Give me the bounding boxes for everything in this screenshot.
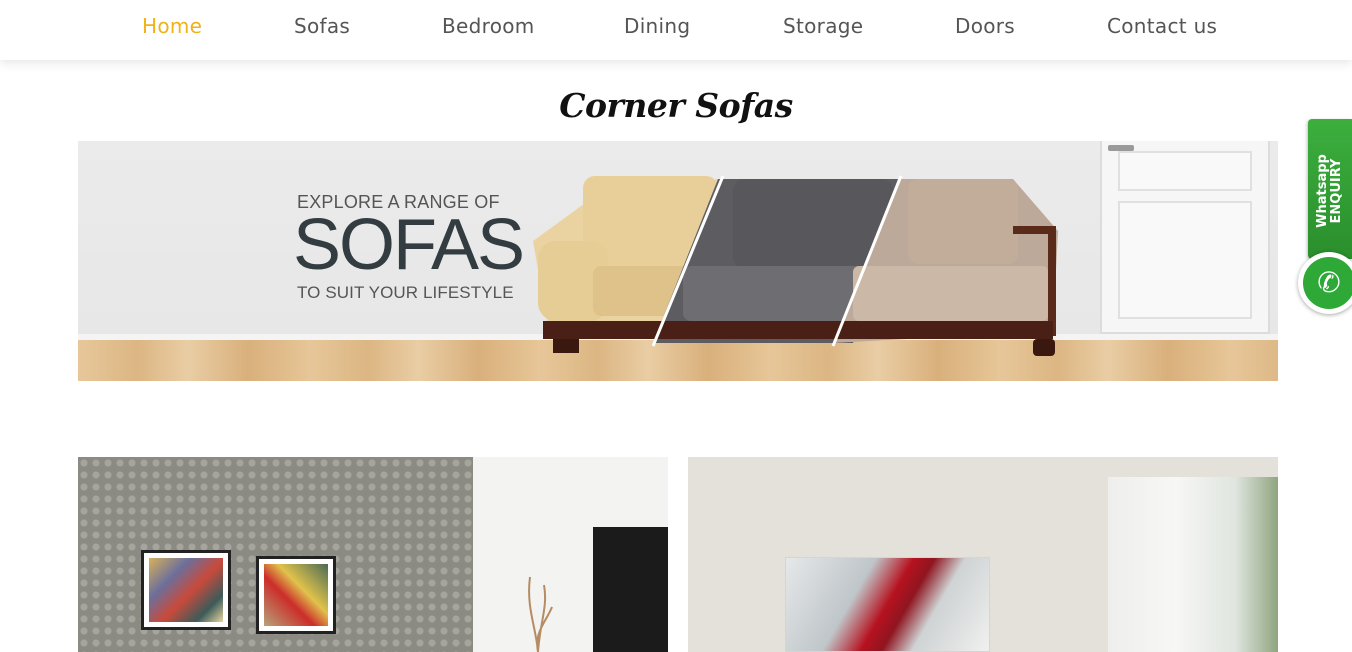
sofa-illustration: [533, 175, 1058, 356]
sofa-banner[interactable]: EXPLORE A RANGE OF SOFAS TO SUIT YOUR LI…: [78, 141, 1278, 381]
product-card-left[interactable]: [78, 457, 668, 652]
abstract-painting: [785, 557, 990, 652]
whatsapp-enquiry-label: Whatsapp ENQUIRY: [1315, 154, 1344, 228]
whatsapp-label-line2: ENQUIRY: [1329, 158, 1344, 224]
wall-art-frame-2: [256, 556, 336, 634]
nav-item-dining[interactable]: Dining: [624, 14, 690, 38]
product-card-right[interactable]: [688, 457, 1278, 652]
nav-item-storage[interactable]: Storage: [783, 14, 863, 38]
nav-item-contact-us[interactable]: Contact us: [1107, 14, 1217, 38]
whatsapp-label-line1: Whatsapp: [1315, 154, 1330, 228]
nav-item-doors[interactable]: Doors: [955, 14, 1015, 38]
nav-item-sofas[interactable]: Sofas: [294, 14, 350, 38]
whatsapp-button[interactable]: ✆: [1298, 252, 1352, 314]
dark-wardrobe: [593, 527, 668, 652]
page-title: Corner Sofas: [559, 86, 793, 125]
top-navigation: Home Sofas Bedroom Dining Storage Doors …: [0, 0, 1352, 60]
door-illustration: [1100, 141, 1270, 334]
window-curtain: [1108, 477, 1278, 652]
banner-headline: SOFAS: [293, 205, 525, 285]
wall-art-frame-1: [141, 550, 231, 630]
nav-item-bedroom[interactable]: Bedroom: [442, 14, 535, 38]
whatsapp-enquiry-tab[interactable]: Whatsapp ENQUIRY: [1308, 119, 1352, 259]
nav-item-home[interactable]: Home: [142, 14, 202, 38]
banner-line3: TO SUIT YOUR LIFESTYLE: [297, 283, 514, 302]
whatsapp-phone-icon: ✆: [1303, 257, 1352, 309]
branch-decor: [528, 576, 553, 652]
